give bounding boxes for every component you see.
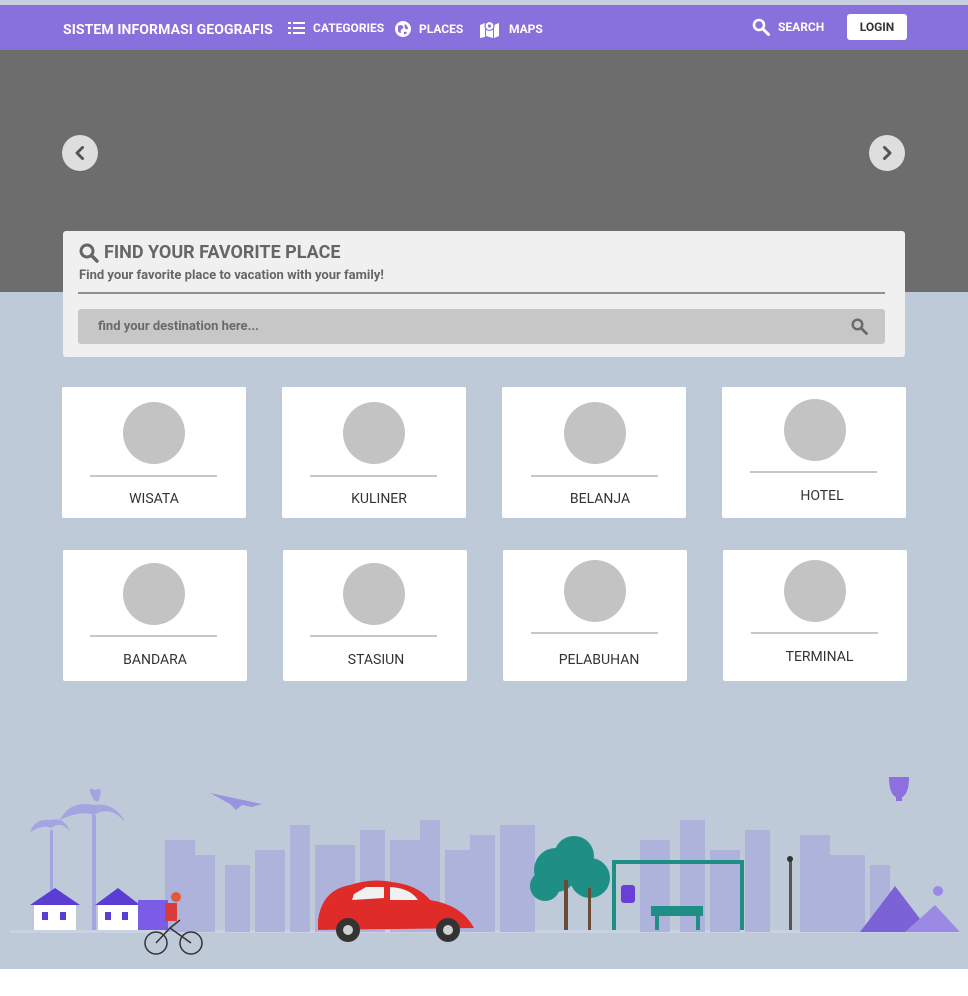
category-label: WISATA — [129, 491, 179, 507]
category-label: HOTEL — [800, 488, 844, 504]
destination-search-field[interactable] — [78, 309, 885, 344]
nav-places-label: PLACES — [419, 22, 464, 36]
category-label: STASIUN — [347, 652, 405, 668]
nav-places[interactable]: PLACES — [395, 21, 463, 37]
category-divider — [751, 632, 878, 634]
category-label: KULINER — [351, 491, 407, 507]
globe-icon — [395, 21, 411, 37]
search-icon[interactable] — [851, 318, 868, 335]
nav-search-label: SEARCH — [778, 20, 825, 34]
category-image — [123, 563, 185, 625]
list-icon — [288, 22, 305, 34]
brand-title[interactable]: SISTEM INFORMASI GEOGRAFIS — [63, 22, 273, 38]
category-divider — [90, 635, 217, 637]
finder-card: FIND YOUR FAVORITE PLACE Find your favor… — [63, 231, 905, 357]
search-icon — [79, 243, 99, 263]
chevron-right-icon — [883, 146, 892, 160]
nav-search[interactable]: SEARCH — [752, 18, 824, 36]
finder-subtitle: Find your favorite place to vacation wit… — [79, 268, 384, 283]
category-image — [784, 560, 846, 622]
nav-categories[interactable]: CATEGORIES — [288, 21, 384, 35]
login-button[interactable]: LOGIN — [847, 14, 907, 40]
nav-categories-label: CATEGORIES — [313, 21, 385, 35]
category-divider — [531, 475, 658, 477]
category-card-stasiun[interactable]: STASIUN — [283, 550, 467, 681]
category-card-terminal[interactable]: TERMINAL — [723, 550, 907, 681]
category-card-pelabuhan[interactable]: PELABUHAN — [503, 550, 687, 681]
chevron-left-icon — [75, 146, 84, 160]
category-label: PELABUHAN — [558, 652, 640, 668]
carousel-next-button[interactable] — [869, 135, 905, 171]
category-divider — [90, 475, 217, 477]
nav-maps-label: MAPS — [509, 22, 543, 36]
finder-divider — [78, 292, 885, 294]
category-divider — [310, 475, 437, 477]
category-card-kuliner[interactable]: KULINER — [282, 387, 466, 518]
nav-maps[interactable]: MAPS — [479, 20, 543, 38]
category-image — [123, 402, 185, 464]
carousel-prev-button[interactable] — [62, 135, 98, 171]
category-label: BELANJA — [569, 491, 631, 507]
category-image — [343, 563, 405, 625]
category-divider — [750, 471, 877, 473]
navbar: SISTEM INFORMASI GEOGRAFIS CATEGORIES PL… — [0, 5, 968, 50]
category-image — [784, 399, 846, 461]
category-label: BANDARA — [123, 652, 187, 668]
category-divider — [310, 635, 437, 637]
category-divider — [531, 632, 658, 634]
category-card-bandara[interactable]: BANDARA — [63, 550, 247, 681]
destination-search-input[interactable] — [78, 309, 838, 344]
category-card-hotel[interactable]: HOTEL — [722, 387, 906, 518]
category-image — [343, 402, 405, 464]
city-illustration — [10, 777, 960, 955]
category-label: TERMINAL — [785, 649, 854, 665]
category-card-belanja[interactable]: BELANJA — [502, 387, 686, 518]
map-icon — [480, 20, 499, 38]
search-icon — [752, 18, 770, 36]
finder-title: FIND YOUR FAVORITE PLACE — [104, 242, 341, 263]
category-image — [564, 560, 626, 622]
category-card-wisata[interactable]: WISATA — [62, 387, 246, 518]
category-image — [564, 402, 626, 464]
